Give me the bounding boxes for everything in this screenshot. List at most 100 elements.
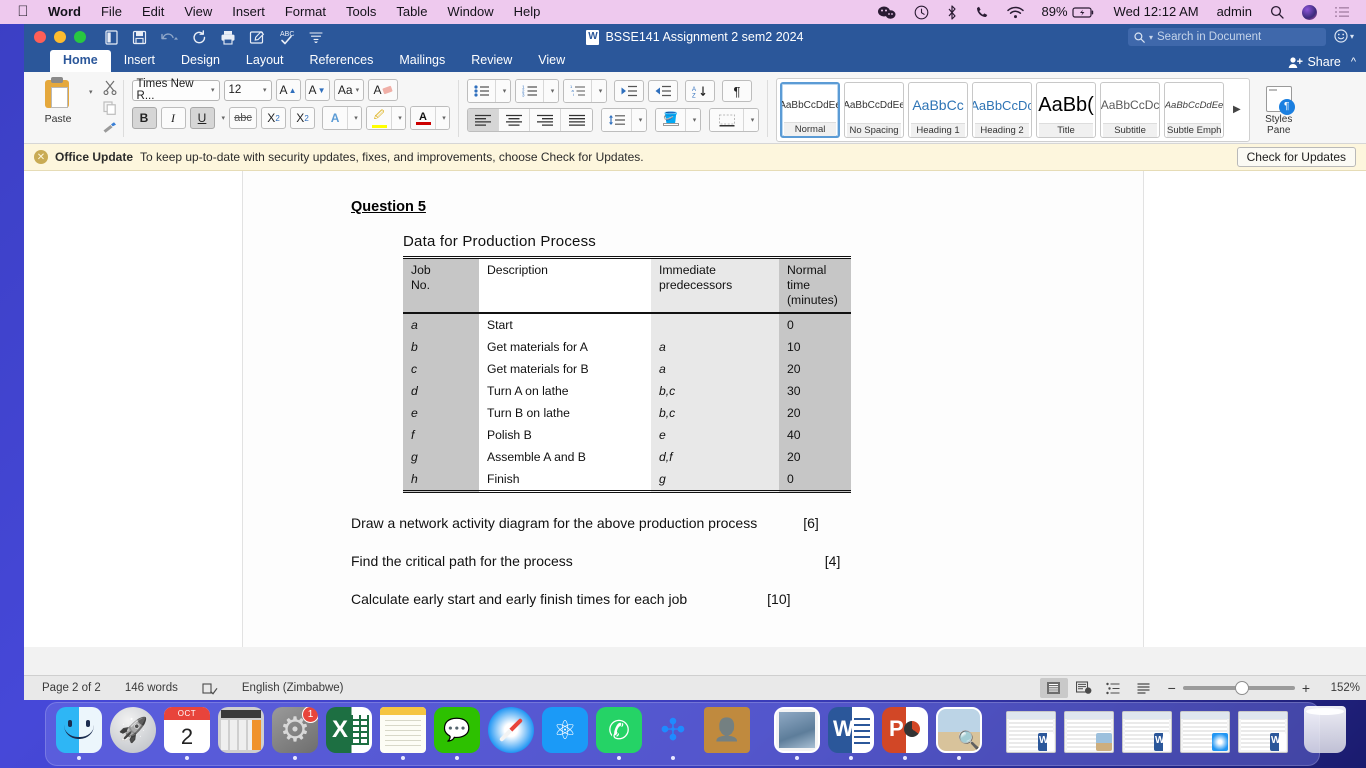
dock-item-whatsapp[interactable] bbox=[596, 706, 642, 760]
maximize-window-button[interactable] bbox=[74, 31, 86, 43]
collapse-ribbon-icon[interactable]: ^ bbox=[1351, 56, 1356, 68]
draft-icon[interactable] bbox=[1130, 678, 1158, 698]
underline-button[interactable]: U bbox=[189, 107, 215, 129]
time-machine-icon[interactable] bbox=[905, 5, 938, 20]
bullet-list-icon[interactable] bbox=[468, 80, 497, 102]
menu-bar-clock[interactable]: Wed 12:12 AM bbox=[1105, 0, 1208, 24]
sort-az-icon[interactable]: AZ bbox=[685, 80, 716, 102]
numbered-list-dropdown-icon[interactable]: ▾ bbox=[544, 80, 559, 102]
wifi-icon[interactable] bbox=[998, 6, 1033, 19]
font-family-select[interactable]: Times New R... ▾ bbox=[131, 78, 220, 102]
style-heading-1[interactable]: AaBbCc Heading 1 bbox=[908, 81, 969, 138]
save-icon[interactable] bbox=[132, 30, 147, 45]
dock-item-wechat[interactable] bbox=[434, 706, 480, 760]
text-effects-dropdown-icon[interactable]: ▾ bbox=[348, 107, 362, 129]
dock-item-bluetooth[interactable] bbox=[650, 706, 696, 760]
menu-item-format[interactable]: Format bbox=[275, 0, 336, 24]
dock-item-word[interactable] bbox=[828, 706, 874, 760]
tab-layout[interactable]: Layout bbox=[233, 50, 297, 72]
align-center-icon[interactable] bbox=[499, 109, 531, 131]
minimized-window-2[interactable] bbox=[1064, 706, 1114, 760]
dock-item-excel[interactable] bbox=[326, 706, 372, 760]
minimize-window-button[interactable] bbox=[54, 31, 66, 43]
font-size-select[interactable]: 12 ▾ bbox=[223, 79, 272, 101]
minimized-window-5[interactable] bbox=[1238, 706, 1288, 760]
font-color-button[interactable]: A bbox=[411, 107, 437, 129]
align-right-icon[interactable] bbox=[530, 109, 562, 131]
menu-item-edit[interactable]: Edit bbox=[132, 0, 174, 24]
menu-bar-user[interactable]: admin bbox=[1208, 0, 1261, 24]
styles-gallery-more-icon[interactable]: ▶ bbox=[1228, 82, 1246, 138]
grow-font-button[interactable]: A ▲ bbox=[275, 79, 301, 101]
style-subtitle[interactable]: AaBbCcDc Subtitle bbox=[1100, 81, 1161, 138]
print-icon[interactable] bbox=[220, 30, 236, 45]
menu-item-help[interactable]: Help bbox=[504, 0, 551, 24]
line-spacing-dropdown-icon[interactable]: ▾ bbox=[632, 109, 647, 131]
highlight-color-button[interactable]: 🖉 bbox=[367, 107, 393, 129]
shrink-font-button[interactable]: A ▼ bbox=[304, 79, 330, 101]
phone-icon[interactable] bbox=[966, 5, 998, 19]
dock-item-safari[interactable] bbox=[488, 706, 534, 760]
styles-pane-button[interactable]: ¶ Styles Pane bbox=[1254, 84, 1304, 136]
format-painter-icon[interactable] bbox=[101, 119, 119, 136]
redo-icon[interactable] bbox=[192, 29, 207, 45]
borders-icon[interactable] bbox=[710, 109, 745, 131]
decrease-indent-icon[interactable] bbox=[614, 80, 645, 102]
dock-item-contacts[interactable] bbox=[704, 706, 750, 760]
close-window-button[interactable] bbox=[34, 31, 46, 43]
underline-dropdown-icon[interactable]: ▾ bbox=[222, 114, 226, 122]
italic-button[interactable]: I bbox=[160, 107, 186, 129]
web-layout-icon[interactable] bbox=[1070, 678, 1098, 698]
dock-item-trash[interactable] bbox=[1304, 706, 1346, 760]
tab-references[interactable]: References bbox=[296, 50, 386, 72]
spelling-icon[interactable]: ABC bbox=[278, 29, 296, 46]
style-no-spacing[interactable]: AaBbCcDdEe No Spacing bbox=[844, 81, 905, 138]
new-document-icon[interactable] bbox=[104, 29, 119, 45]
menu-item-window[interactable]: Window bbox=[437, 0, 503, 24]
shading-icon[interactable]: 🪣 bbox=[656, 109, 687, 131]
minimized-window-4[interactable] bbox=[1180, 706, 1230, 760]
multilevel-list-dropdown-icon[interactable]: ▾ bbox=[592, 80, 607, 102]
send-smile-feedback-icon[interactable]: ▾ bbox=[1334, 29, 1354, 43]
close-icon[interactable]: ✕ bbox=[34, 150, 48, 164]
tab-view[interactable]: View bbox=[525, 50, 578, 72]
tab-review[interactable]: Review bbox=[458, 50, 525, 72]
dock-item-finder[interactable] bbox=[56, 706, 102, 760]
menu-item-file[interactable]: File bbox=[91, 0, 132, 24]
bullet-list-dropdown-icon[interactable]: ▾ bbox=[496, 80, 511, 102]
minimized-window-1[interactable] bbox=[1006, 706, 1056, 760]
paste-button[interactable] bbox=[43, 77, 73, 112]
page-indicator[interactable]: Page 2 of 2 bbox=[30, 682, 113, 694]
apple-menu-icon[interactable]:  bbox=[8, 4, 38, 21]
strikethrough-button[interactable]: abc bbox=[229, 107, 258, 129]
dock-item-powerpoint[interactable] bbox=[882, 706, 928, 760]
numbered-list-icon[interactable]: 123 bbox=[516, 80, 545, 102]
zoom-level-label[interactable]: 152% bbox=[1320, 682, 1360, 694]
menu-item-insert[interactable]: Insert bbox=[222, 0, 275, 24]
cut-icon[interactable] bbox=[101, 79, 119, 96]
line-spacing-icon[interactable] bbox=[602, 109, 633, 131]
search-in-document-box[interactable]: ▾ Search in Document bbox=[1128, 28, 1326, 46]
clear-formatting-button[interactable]: A bbox=[367, 79, 398, 101]
menu-item-tools[interactable]: Tools bbox=[336, 0, 386, 24]
paste-dropdown-icon[interactable]: ▾ bbox=[89, 88, 93, 96]
document-page[interactable]: Question 5 Data for Production Process J… bbox=[243, 171, 1143, 647]
zoom-slider-track[interactable] bbox=[1182, 681, 1295, 695]
share-button[interactable]: Share bbox=[1288, 55, 1341, 69]
bold-button[interactable]: B bbox=[131, 107, 157, 129]
menu-item-table[interactable]: Table bbox=[386, 0, 437, 24]
battery-status[interactable]: 89% bbox=[1033, 0, 1105, 24]
tab-home[interactable]: Home bbox=[50, 50, 111, 72]
document-canvas[interactable]: Question 5 Data for Production Process J… bbox=[24, 171, 1366, 647]
outline-icon[interactable] bbox=[1100, 678, 1128, 698]
print-layout-icon[interactable] bbox=[1039, 678, 1068, 698]
undo-icon[interactable] bbox=[160, 31, 179, 44]
dock-item-mail[interactable] bbox=[774, 706, 820, 760]
style-title[interactable]: AaBb( Title bbox=[1036, 81, 1097, 138]
dock-item-launchpad[interactable] bbox=[110, 706, 156, 760]
menu-item-app-name[interactable]: Word bbox=[38, 0, 91, 24]
change-case-button[interactable]: Aa ▾ bbox=[333, 79, 364, 101]
show-formatting-marks-button[interactable]: ¶ bbox=[722, 80, 753, 102]
zoom-in-button[interactable]: + bbox=[1302, 680, 1310, 696]
word-count[interactable]: 146 words bbox=[113, 682, 190, 694]
